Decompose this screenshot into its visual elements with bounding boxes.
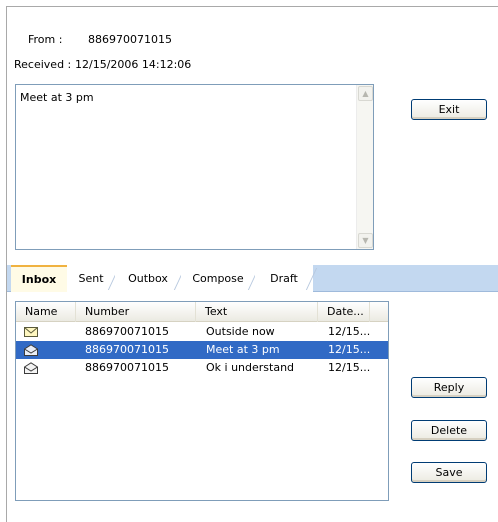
message-window: From : 886970071015 Received : 12/15/200… (6, 6, 498, 522)
tab-compose-label: Compose (192, 272, 244, 285)
message-body-text: Meet at 3 pm (20, 91, 94, 104)
column-header-date[interactable]: Date... (318, 302, 370, 322)
received-value: 12/15/2006 14:12:06 (75, 58, 192, 71)
reply-button[interactable]: Reply (411, 377, 487, 398)
tab-outbox-label: Outbox (128, 272, 168, 285)
column-header-number[interactable]: Number (76, 302, 196, 322)
from-value: 886970071015 (88, 33, 172, 46)
list-header: Name Number Text Date... (16, 302, 388, 322)
tab-compose[interactable]: Compose (181, 265, 255, 292)
tab-sent-label: Sent (78, 272, 104, 285)
message-list[interactable]: Name Number Text Date... 886970071015 Ou… (15, 301, 389, 501)
chevron-down-icon: ▼ (362, 235, 369, 245)
received-label: Received : (14, 58, 72, 71)
tab-draft[interactable]: Draft (255, 265, 313, 292)
message-date: 12/15... (328, 325, 371, 338)
envelope-read-icon (24, 362, 38, 374)
exit-button[interactable]: Exit (411, 99, 487, 120)
column-header-name[interactable]: Name (16, 302, 76, 322)
message-number: 886970071015 (85, 325, 169, 338)
message-text: Outside now (206, 325, 275, 338)
scroll-up-button[interactable]: ▲ (358, 86, 373, 101)
tab-draft-label: Draft (270, 272, 298, 285)
tab-outbox[interactable]: Outbox (115, 265, 181, 292)
message-number: 886970071015 (85, 361, 169, 374)
delete-button[interactable]: Delete (411, 420, 487, 441)
scroll-down-button[interactable]: ▼ (358, 233, 373, 248)
list-item[interactable]: 886970071015 Meet at 3 pm 12/15... (16, 341, 388, 359)
column-header-text[interactable]: Text (196, 302, 318, 322)
message-text: Ok i understand (206, 361, 295, 374)
message-number: 886970071015 (85, 343, 169, 356)
message-text: Meet at 3 pm (206, 343, 280, 356)
message-date: 12/15... (328, 361, 371, 374)
envelope-read-icon (24, 344, 38, 356)
folder-tab-strip: Inbox Sent Outbox Compose Draft (7, 265, 498, 292)
list-item[interactable]: 886970071015 Outside now 12/15... (16, 323, 388, 341)
save-button[interactable]: Save (411, 462, 487, 483)
tab-inbox[interactable]: Inbox (11, 265, 67, 292)
from-label: From : (28, 33, 63, 46)
message-scrollbar[interactable]: ▲ ▼ (356, 85, 373, 249)
message-date: 12/15... (328, 343, 371, 356)
tab-inbox-label: Inbox (21, 273, 57, 286)
chevron-up-icon: ▲ (362, 88, 369, 98)
list-item[interactable]: 886970071015 Ok i understand 12/15... (16, 359, 388, 377)
message-body-textarea[interactable]: Meet at 3 pm ▲ ▼ (15, 84, 374, 250)
envelope-unread-icon (24, 327, 38, 337)
